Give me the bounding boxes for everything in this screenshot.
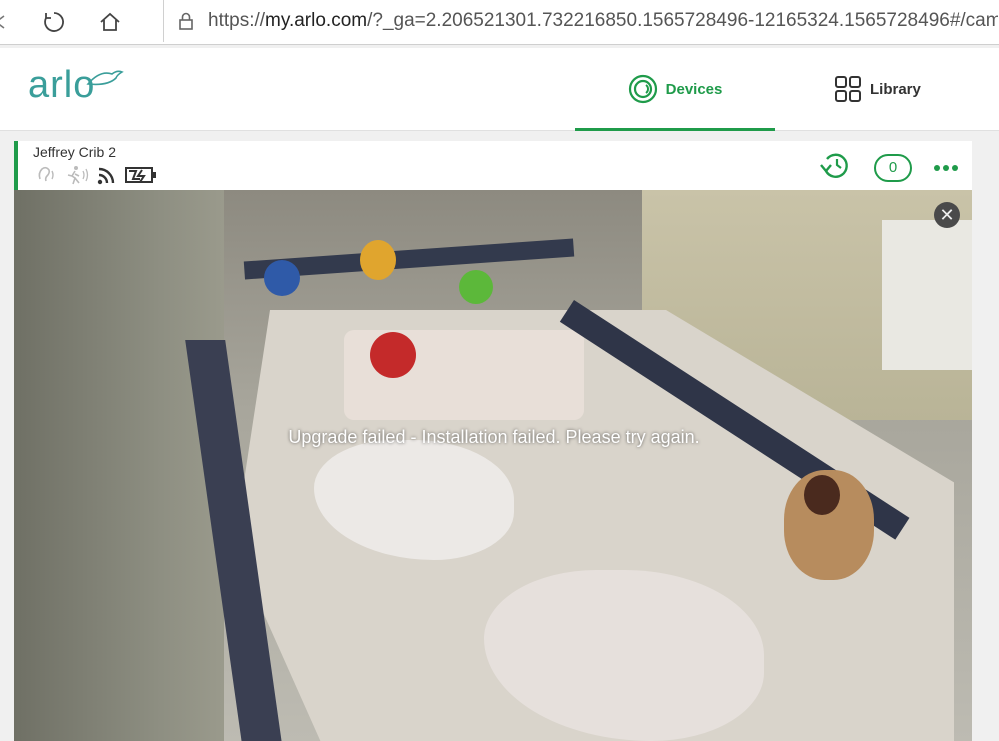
upgrade-error-message: Upgrade failed - Installation failed. Pl… xyxy=(288,427,700,447)
tab-library-label: Library xyxy=(870,80,921,98)
bird-icon xyxy=(86,70,124,86)
history-icon[interactable] xyxy=(818,150,852,185)
address-bar[interactable]: https://my.arlo.com/?_ga=2.206521301.732… xyxy=(163,0,999,42)
arlo-logo[interactable]: arlo xyxy=(28,64,124,107)
wifi-signal-icon xyxy=(96,165,118,185)
camera-card: Jeffrey Crib 2 0 ✕ Upgrade failed - Inst… xyxy=(14,141,972,741)
camera-status-icons xyxy=(36,165,158,185)
close-icon[interactable]: ✕ xyxy=(934,202,960,228)
browser-toolbar: https://my.arlo.com/?_ga=2.206521301.732… xyxy=(0,0,999,45)
more-options-icon[interactable] xyxy=(934,164,958,171)
tab-devices[interactable]: Devices xyxy=(575,48,775,131)
camera-actions: 0 xyxy=(818,150,958,185)
app-header: arlo Devices Library xyxy=(0,48,999,131)
motion-icon xyxy=(64,165,90,185)
home-icon[interactable] xyxy=(96,8,124,36)
camera-card-header: Jeffrey Crib 2 0 xyxy=(14,141,972,190)
tab-devices-label: Devices xyxy=(665,80,723,98)
battery-charging-icon xyxy=(124,165,158,185)
devices-icon xyxy=(628,74,658,104)
url-text: https://my.arlo.com/?_ga=2.206521301.732… xyxy=(208,10,998,31)
event-count-badge[interactable]: 0 xyxy=(874,153,912,182)
library-grid-icon xyxy=(834,75,862,103)
camera-name: Jeffrey Crib 2 xyxy=(33,144,116,160)
lock-icon xyxy=(174,9,198,33)
audio-icon xyxy=(36,165,58,185)
back-arrow-icon[interactable] xyxy=(0,8,18,36)
camera-video-feed[interactable]: ✕ Upgrade failed - Installation failed. … xyxy=(14,190,972,741)
tab-library[interactable]: Library xyxy=(834,48,921,130)
active-tab-indicator xyxy=(575,128,775,131)
refresh-icon[interactable] xyxy=(40,8,68,36)
